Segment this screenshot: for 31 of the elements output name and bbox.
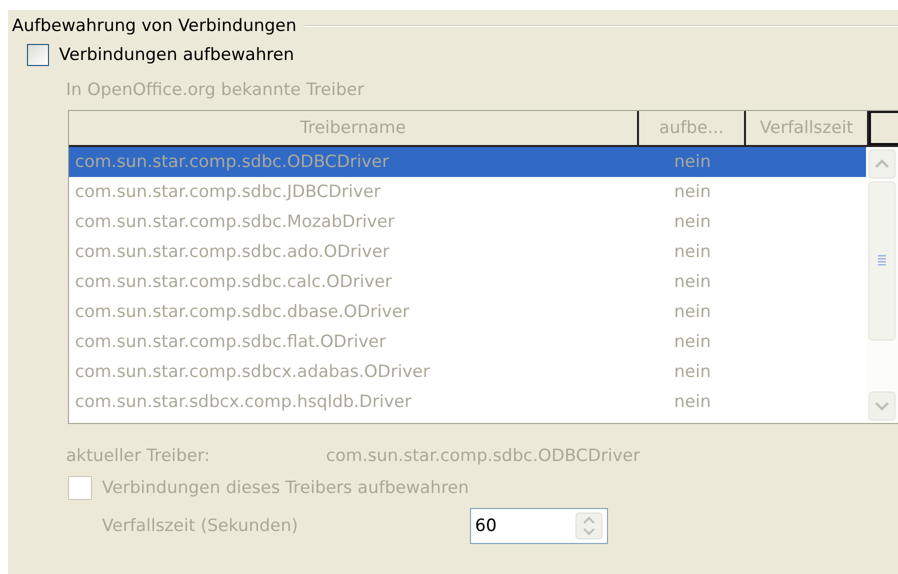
checkbox[interactable] <box>27 44 49 66</box>
table-cell-text: nein <box>673 212 712 232</box>
group-title: Aufbewahrung von Verbindungen <box>12 16 297 36</box>
table-cell-text: com.sun.star.comp.sdbc.ODBCDriver <box>74 152 390 172</box>
table-cell-text: nein <box>673 362 712 382</box>
section-label: In OpenOffice.org bekannte Treiber <box>66 80 366 100</box>
scroll-down-icon[interactable] <box>868 391 896 421</box>
table-cell-text: nein <box>673 332 712 352</box>
table-cell-text: com.sun.star.comp.sdbc.ado.ODriver <box>74 242 390 262</box>
table-cell-text: com.sun.star.comp.sdbc.calc.ODriver <box>74 272 393 292</box>
table-cell-text: nein <box>673 242 712 262</box>
field-label: aktueller Treiber: <box>66 446 211 466</box>
checkbox-label: Verbindungen dieses Treibers aufbewahren <box>102 478 469 498</box>
table-cell-text: nein <box>673 182 712 202</box>
table-cell-text: nein <box>673 152 712 172</box>
table-cell-text: com.sun.star.comp.sdbc.flat.ODriver <box>74 332 387 352</box>
table-cell-text: com.sun.star.sdbcx.comp.hsqldb.Driver <box>74 392 412 412</box>
table-cell-text: nein <box>673 272 712 292</box>
field-value: com.sun.star.comp.sdbc.ODBCDriver <box>326 446 640 466</box>
scroll-thumb[interactable] <box>868 181 896 341</box>
table-cell-text: com.sun.star.comp.sdbc.dbase.ODriver <box>74 302 410 322</box>
table-cell-text: nein <box>673 302 712 322</box>
table-cell-text: com.sun.star.comp.sdbc.JDBCDriver <box>74 182 382 202</box>
column-header[interactable] <box>869 111 898 145</box>
field-label: Verfallszeit (Sekunden) <box>102 516 298 536</box>
table-cell-text: com.sun.star.comp.sdbc.MozabDriver <box>74 212 396 232</box>
table-cell-text: com.sun.star.comp.sdbcx.adabas.ODriver <box>74 362 431 382</box>
table-cell-text: nein <box>673 392 712 412</box>
spin-arrows-icon[interactable] <box>575 512 603 540</box>
checkbox-label: Verbindungen aufbewahren <box>59 45 294 65</box>
spin-field[interactable]: 60 <box>470 508 608 544</box>
